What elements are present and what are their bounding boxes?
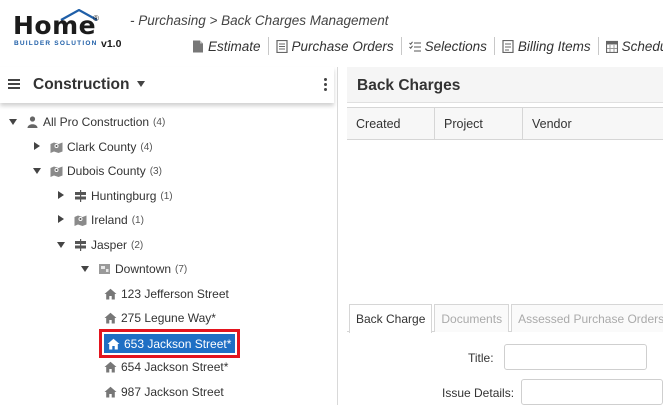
title-label: Title: bbox=[468, 351, 494, 365]
issue-details-label: Issue Details: bbox=[442, 386, 515, 400]
map-icon bbox=[74, 214, 91, 226]
toolbar-billing-items[interactable]: Billing Items bbox=[502, 39, 591, 54]
logo-registered: ® bbox=[93, 14, 99, 23]
toolbar-estimate-label: Estimate bbox=[208, 38, 261, 54]
house-icon bbox=[104, 288, 121, 300]
app-header: Home ® BUILDER SOLUTION v1.0 - Purchasin… bbox=[0, 0, 663, 66]
tree-node-label: 653 Jackson Street* bbox=[124, 336, 232, 351]
tab-back-charge[interactable]: Back Charge bbox=[349, 304, 433, 333]
column-header-created[interactable]: Created bbox=[347, 108, 435, 139]
toolbar-schedule-label: Schedul bbox=[621, 38, 663, 54]
tree-node[interactable]: Huntingburg (1) bbox=[56, 187, 173, 205]
toolbar-schedule[interactable]: Schedul bbox=[605, 38, 663, 54]
toolbar: Estimate Purchase Orders Selections Bill… bbox=[192, 36, 663, 56]
tree-node-label: 275 Legune Way* bbox=[121, 311, 216, 325]
back-charges-panel: Back Charges Created Project Vendor Back… bbox=[347, 67, 663, 405]
tree-node-label: Downtown bbox=[115, 262, 172, 276]
column-header-project[interactable]: Project bbox=[435, 108, 523, 139]
tree-node-label: 987 Jackson Street bbox=[121, 385, 224, 399]
tree-node-count: (3) bbox=[149, 165, 162, 177]
house-icon bbox=[104, 312, 121, 324]
tree-node-label: Ireland bbox=[91, 213, 128, 227]
tree-node[interactable]: Ireland (1) bbox=[56, 211, 144, 229]
toolbar-purchase-orders[interactable]: Purchase Orders bbox=[275, 38, 394, 54]
grid-body bbox=[347, 140, 663, 300]
tree-node-label: All Pro Construction bbox=[43, 115, 150, 129]
tree-node[interactable]: All Pro Construction (4) bbox=[8, 113, 165, 131]
tree-node-label: Huntingburg bbox=[91, 189, 157, 203]
page-title: Back Charges bbox=[357, 77, 461, 94]
tab-documents[interactable]: Documents bbox=[434, 304, 510, 332]
expand-toggle-icon[interactable] bbox=[32, 142, 42, 152]
logo-subtitle: BUILDER SOLUTION bbox=[14, 40, 98, 47]
breadcrumb: - Purchasing > Back Charges Management bbox=[130, 13, 389, 28]
issue-details-field[interactable] bbox=[521, 379, 663, 405]
tree-node-count: (7) bbox=[175, 263, 188, 275]
person-icon bbox=[26, 116, 43, 128]
tree-node-label: Clark County bbox=[67, 140, 137, 154]
expand-toggle-icon[interactable] bbox=[56, 191, 66, 201]
back-charges-header: Back Charges bbox=[347, 67, 663, 103]
map-icon bbox=[50, 165, 67, 177]
tree-node[interactable]: 123 Jefferson Street bbox=[104, 285, 229, 303]
toolbar-selections[interactable]: Selections bbox=[408, 38, 487, 54]
tree-node[interactable]: Downtown (7) bbox=[80, 260, 187, 278]
toolbar-billing-items-label: Billing Items bbox=[517, 38, 591, 54]
tree-node[interactable]: Jasper (2) bbox=[56, 236, 143, 254]
detail-tabs: Back Charge Documents Assessed Purchase … bbox=[347, 304, 663, 333]
grid-header: Created Project Vendor bbox=[347, 107, 663, 140]
toolbar-purchase-orders-label: Purchase Orders bbox=[291, 38, 394, 54]
expand-toggle-icon[interactable] bbox=[56, 215, 66, 225]
billing-icon bbox=[502, 39, 514, 53]
house-icon bbox=[104, 361, 121, 373]
tree-node[interactable]: 654 Jackson Street* bbox=[104, 358, 228, 376]
house-icon bbox=[107, 338, 124, 350]
checklist-icon bbox=[408, 40, 421, 51]
tree-node-count: (1) bbox=[160, 190, 173, 202]
logo-word: Home bbox=[13, 11, 97, 40]
project-tree-panel: Construction All Pro Construction (4) Clar… bbox=[0, 67, 338, 405]
toolbar-estimate[interactable]: Estimate bbox=[192, 39, 261, 54]
tree-node-label: 123 Jefferson Street bbox=[121, 287, 229, 301]
tree-node-count: (4) bbox=[140, 141, 153, 153]
tree-node-count: (1) bbox=[131, 214, 144, 226]
tree-node-selected[interactable]: 653 Jackson Street* bbox=[98, 329, 241, 358]
toolbar-divider bbox=[493, 37, 495, 55]
hamburger-menu-icon[interactable] bbox=[8, 79, 20, 89]
column-header-vendor[interactable]: Vendor bbox=[523, 108, 663, 139]
tree-node-label: Dubois County bbox=[67, 164, 146, 178]
project-tree-header: Construction bbox=[0, 67, 334, 103]
calendar-icon bbox=[605, 40, 618, 53]
map-icon bbox=[50, 141, 67, 153]
tree-node-count: (2) bbox=[131, 239, 144, 251]
panel-title[interactable]: Construction bbox=[33, 76, 129, 94]
toolbar-divider bbox=[267, 37, 269, 55]
toolbar-divider bbox=[597, 37, 599, 55]
tree-node[interactable]: 275 Legune Way* bbox=[104, 309, 216, 327]
toolbar-divider bbox=[400, 37, 402, 55]
title-field[interactable] bbox=[504, 344, 647, 370]
form-icon bbox=[275, 39, 288, 53]
house-icon bbox=[104, 386, 121, 398]
collapse-toggle-icon[interactable] bbox=[80, 264, 90, 274]
signpost-icon bbox=[74, 190, 91, 202]
collapse-toggle-icon[interactable] bbox=[32, 166, 42, 176]
chevron-down-icon[interactable] bbox=[137, 81, 145, 87]
collapse-toggle-icon[interactable] bbox=[56, 240, 66, 250]
subdivision-icon bbox=[98, 263, 115, 275]
tree-node-label: Jasper bbox=[91, 238, 128, 252]
tree-node[interactable]: 987 Jackson Street bbox=[104, 383, 224, 401]
more-options-icon[interactable] bbox=[324, 78, 328, 92]
app-logo[interactable]: Home ® BUILDER SOLUTION v1.0 bbox=[13, 9, 125, 56]
signpost-icon bbox=[74, 239, 91, 251]
tree-node-label: 654 Jackson Street* bbox=[121, 360, 229, 374]
tab-assessed-purchase-orders[interactable]: Assessed Purchase Orders bbox=[511, 304, 663, 332]
tree-node-count: (4) bbox=[153, 116, 166, 128]
tree-node[interactable]: Dubois County (3) bbox=[32, 162, 162, 180]
toolbar-selections-label: Selections bbox=[424, 38, 487, 54]
logo-version: v1.0 bbox=[101, 38, 122, 50]
collapse-toggle-icon[interactable] bbox=[8, 117, 18, 127]
document-icon bbox=[193, 40, 203, 52]
tree-node[interactable]: Clark County (4) bbox=[32, 138, 153, 156]
